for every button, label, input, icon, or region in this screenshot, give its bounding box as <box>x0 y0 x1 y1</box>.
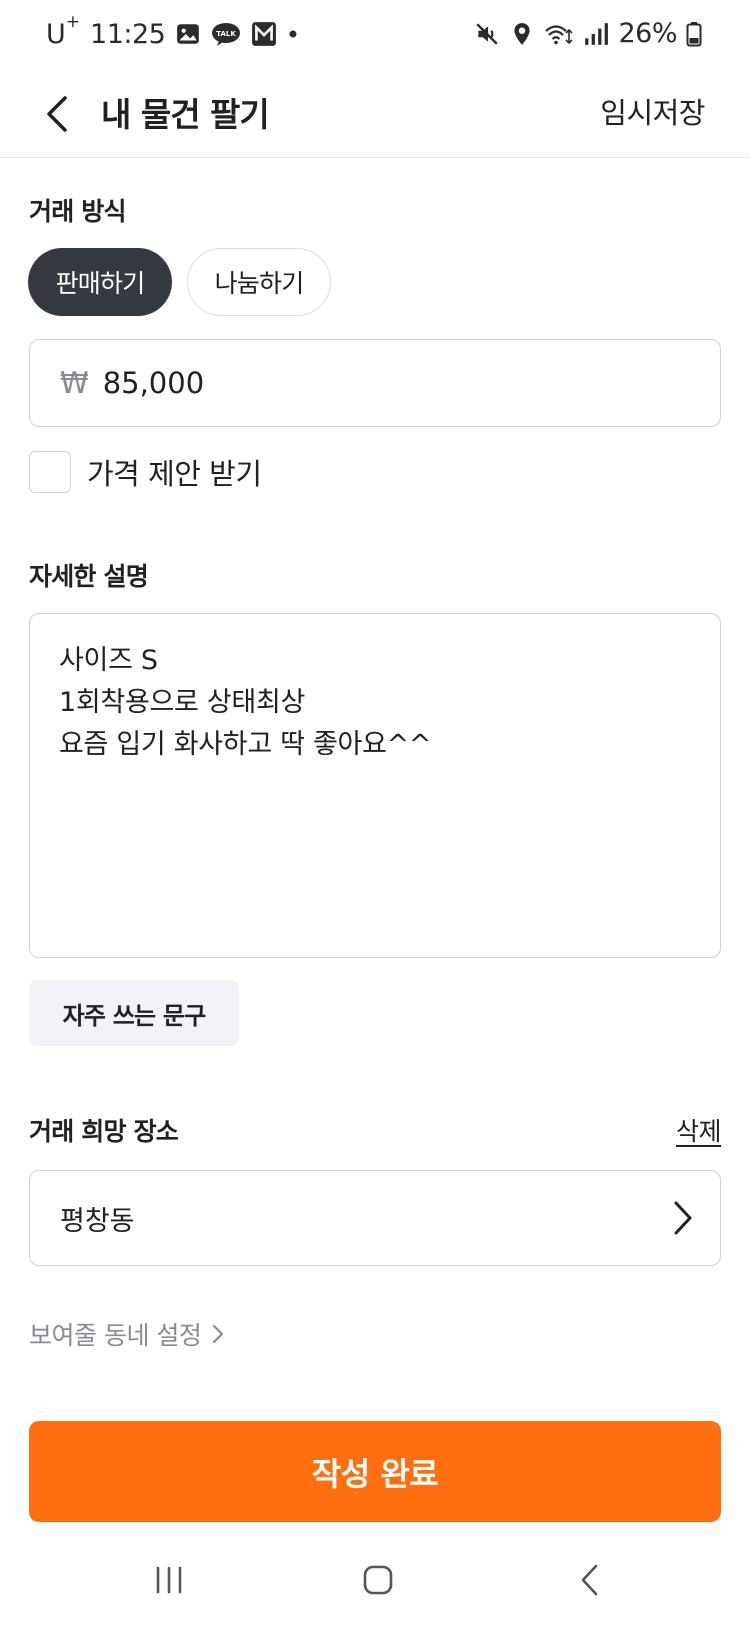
kakaotalk-icon: TALK <box>212 23 241 46</box>
system-back-icon <box>581 1564 598 1596</box>
description-line: 요즘 입기 화사하고 딱 좋아요^^ <box>59 729 432 760</box>
price-offer-row[interactable]: 가격 제안 받기 <box>29 451 262 493</box>
home-button[interactable] <box>348 1555 408 1605</box>
home-icon <box>363 1565 393 1595</box>
share-option-button[interactable]: 나눔하기 <box>187 248 331 316</box>
location-selector[interactable]: 평창동 <box>29 1170 721 1266</box>
neighborhood-setting-label: 보여줄 동네 설정 <box>29 1321 202 1350</box>
gmail-icon <box>252 22 277 46</box>
save-draft-button[interactable]: 임시저장 <box>600 90 705 132</box>
price-input[interactable]: ₩ 85,000 <box>29 339 721 427</box>
price-offer-label: 가격 제안 받기 <box>87 457 262 491</box>
gallery-icon <box>177 24 200 44</box>
won-symbol: ₩ <box>60 366 89 400</box>
app-header: 내 물건 팔기 임시저장 <box>0 72 750 158</box>
price-offer-checkbox[interactable] <box>29 451 71 493</box>
status-bar: U+ 11:25 TALK 26% <box>0 0 750 72</box>
system-nav-bar <box>0 1535 750 1625</box>
recent-apps-icon <box>156 1566 182 1594</box>
description-textarea[interactable]: 사이즈 S 1회착용으로 상태최상 요즘 입기 화사하고 딱 좋아요^^ <box>29 613 721 958</box>
wifi-icon <box>545 24 574 44</box>
price-value: 85,000 <box>102 366 205 400</box>
status-left: U+ 11:25 TALK <box>46 12 299 50</box>
chevron-right-icon <box>674 1201 692 1235</box>
carrier-label: U+ <box>46 12 81 50</box>
chevron-right-small-icon <box>213 1324 224 1344</box>
description-line: 1회착용으로 상태최상 <box>59 687 306 718</box>
page-title: 내 물건 팔기 <box>101 95 270 134</box>
signal-icon <box>585 22 609 45</box>
svg-text:TALK: TALK <box>217 30 237 38</box>
trade-method-title: 거래 방식 <box>29 197 127 226</box>
dot-icon <box>289 30 297 38</box>
description-line: 사이즈 S <box>59 645 158 676</box>
status-time: 11:25 <box>90 18 166 50</box>
location-icon <box>514 22 531 45</box>
chevron-left-icon <box>47 96 67 132</box>
description-title: 자세한 설명 <box>29 562 149 591</box>
sell-option-button[interactable]: 판매하기 <box>28 248 172 316</box>
battery-icon <box>686 21 702 46</box>
location-title: 거래 희망 장소 <box>29 1117 179 1146</box>
back-button[interactable] <box>30 86 86 142</box>
neighborhood-setting-link[interactable]: 보여줄 동네 설정 <box>29 1316 225 1352</box>
submit-button[interactable]: 작성 완료 <box>29 1421 721 1522</box>
delete-location-link[interactable]: 삭제 <box>676 1112 722 1148</box>
battery-percent: 26% <box>618 18 677 49</box>
recent-apps-button[interactable] <box>139 1555 199 1605</box>
system-back-button[interactable] <box>560 1555 620 1605</box>
mute-icon <box>476 22 499 45</box>
status-right: 26% <box>474 18 702 49</box>
frequent-phrases-button[interactable]: 자주 쓰는 문구 <box>29 980 239 1046</box>
location-value: 평창동 <box>60 1205 135 1237</box>
